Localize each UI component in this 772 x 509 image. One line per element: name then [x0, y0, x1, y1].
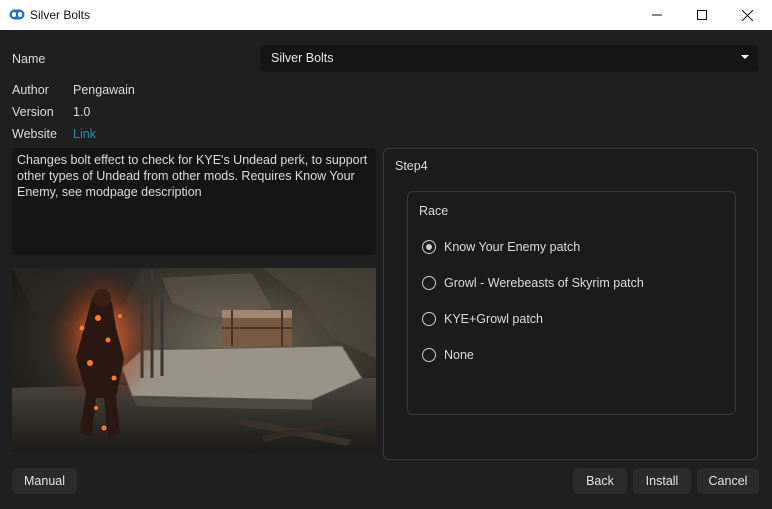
author-label: Author — [12, 83, 49, 97]
minimize-button[interactable] — [634, 0, 680, 30]
name-label: Name — [12, 52, 46, 66]
title-bar: Silver Bolts — [0, 0, 772, 30]
window-title: Silver Bolts — [30, 8, 91, 22]
option-none[interactable]: None — [422, 348, 474, 362]
website-link[interactable]: Link — [73, 127, 96, 141]
radio-button[interactable] — [422, 312, 436, 326]
app-icon — [9, 9, 25, 20]
description-box[interactable]: Changes bolt effect to check for KYE's U… — [12, 148, 376, 255]
name-select[interactable]: Silver Bolts — [261, 45, 758, 72]
close-icon — [741, 9, 753, 21]
name-select-value: Silver Bolts — [271, 51, 334, 65]
version-label: Version — [12, 105, 54, 119]
option-growl[interactable]: Growl - Werebeasts of Skyrim patch — [422, 276, 644, 290]
website-label: Website — [12, 127, 57, 141]
cancel-button[interactable]: Cancel — [697, 468, 759, 494]
option-kye-growl[interactable]: KYE+Growl patch — [422, 312, 543, 326]
chevron-down-icon — [741, 55, 749, 59]
author-value: Pengawain — [73, 83, 135, 97]
minimize-icon — [652, 14, 662, 16]
manual-button[interactable]: Manual — [12, 468, 77, 494]
option-know-your-enemy[interactable]: Know Your Enemy patch — [422, 240, 580, 254]
close-button[interactable] — [724, 0, 770, 30]
group-title: Race — [419, 204, 449, 218]
radio-button[interactable] — [422, 348, 436, 362]
version-value: 1.0 — [73, 105, 91, 119]
radio-button-checked[interactable] — [422, 240, 436, 254]
radio-button[interactable] — [422, 276, 436, 290]
race-group: Race Know Your Enemy patch Growl - Wereb… — [407, 191, 736, 415]
install-button[interactable]: Install — [633, 468, 691, 494]
maximize-icon — [697, 10, 707, 20]
step-title: Step4 — [395, 159, 428, 173]
back-button[interactable]: Back — [573, 468, 627, 494]
option-label: KYE+Growl patch — [444, 312, 544, 326]
option-label: Growl - Werebeasts of Skyrim patch — [444, 276, 644, 290]
option-label: Know Your Enemy patch — [444, 240, 581, 254]
mod-screenshot — [12, 268, 376, 452]
option-label: None — [444, 348, 474, 362]
maximize-button[interactable] — [679, 0, 725, 30]
step-panel: Step4 Race Know Your Enemy patch Growl -… — [383, 148, 758, 460]
